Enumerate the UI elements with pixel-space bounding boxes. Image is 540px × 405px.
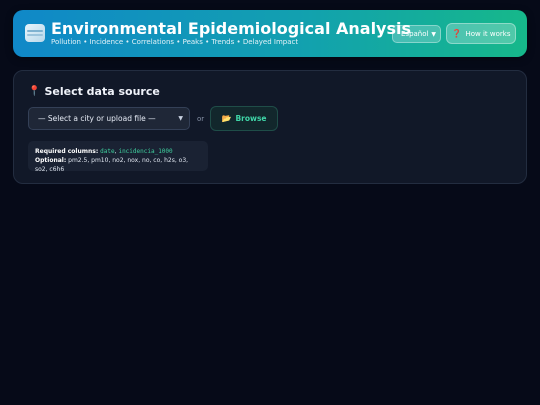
required-column-incidence: incidencia_1000 bbox=[118, 148, 173, 155]
app-title: Environmental Epidemiological Analysis bbox=[51, 19, 412, 38]
columns-info: Required columns: date, incidencia_1000 … bbox=[28, 141, 208, 174]
city-select-value: — Select a city or upload file — bbox=[38, 114, 156, 123]
required-separator: , bbox=[114, 148, 117, 155]
required-column-date: date bbox=[100, 148, 115, 155]
optional-columns-label: Optional: bbox=[35, 157, 67, 164]
chart-logo-icon bbox=[25, 24, 45, 42]
chevron-down-icon: ▼ bbox=[431, 31, 436, 38]
question-icon: ❓ bbox=[451, 29, 462, 38]
chevron-down-icon: ▼ bbox=[178, 115, 183, 122]
how-it-works-label: How it works bbox=[465, 29, 511, 38]
data-source-title: Select data source bbox=[44, 85, 160, 98]
browse-button[interactable]: 📂 Browse bbox=[210, 106, 278, 131]
folder-icon: 📂 bbox=[221, 114, 232, 123]
optional-columns-line: Optional: pm2.5, pm10, no2, nox, no, co,… bbox=[35, 156, 201, 174]
city-select[interactable]: — Select a city or upload file — ▼ bbox=[28, 107, 190, 130]
language-select-value: Español bbox=[401, 30, 429, 38]
required-columns-line: Required columns: date, incidencia_1000 bbox=[35, 147, 201, 156]
data-source-card: 📍 Select data source — Select a city or … bbox=[13, 70, 527, 184]
required-columns-label: Required columns: bbox=[35, 148, 99, 155]
language-select[interactable]: Español ▼ bbox=[392, 25, 441, 43]
app-header: Environmental Epidemiological Analysis P… bbox=[13, 10, 527, 57]
data-source-heading: 📍 Select data source bbox=[28, 85, 160, 98]
how-it-works-button[interactable]: ❓ How it works bbox=[446, 23, 516, 44]
app-subtitle: Pollution • Incidence • Correlations • P… bbox=[51, 38, 299, 46]
pin-icon: 📍 bbox=[28, 86, 41, 97]
or-separator: or bbox=[197, 115, 205, 123]
browse-label: Browse bbox=[235, 114, 267, 123]
